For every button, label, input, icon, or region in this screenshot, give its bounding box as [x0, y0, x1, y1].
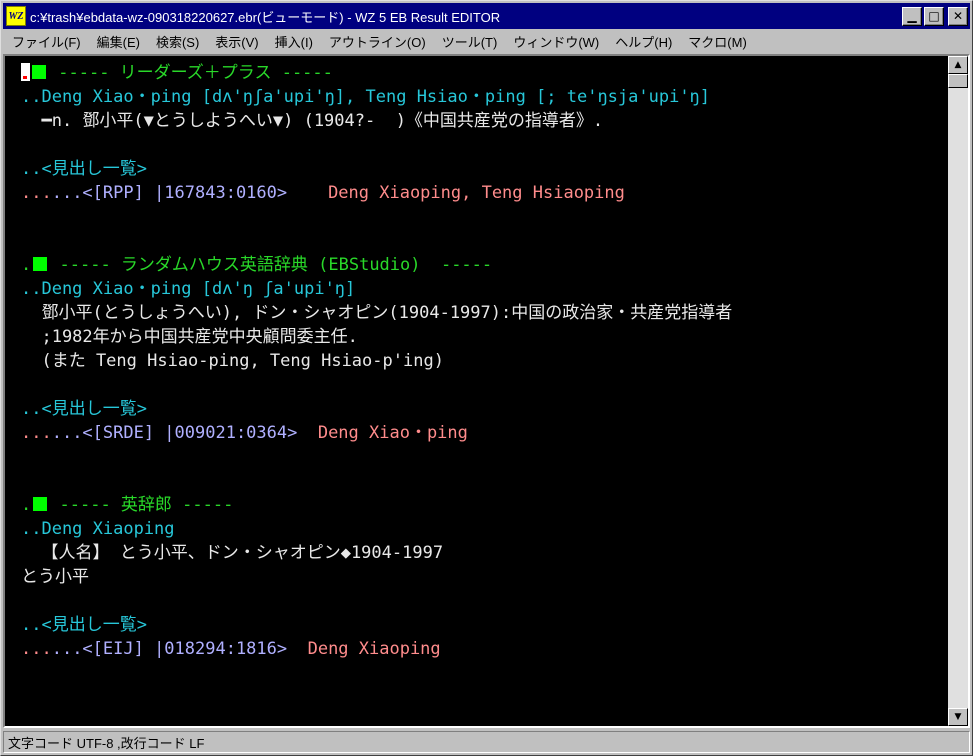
menu-macro[interactable]: マクロ(M) [679, 32, 754, 51]
menu-view[interactable]: 表示(V) [206, 32, 265, 51]
reference-line[interactable]: ......<[EIJ] |018294:1816> Deng Xiaoping [21, 638, 441, 662]
index-list-link[interactable]: ..<見出し一覧> [21, 398, 147, 422]
headword-line: ..Deng Xiaoping [21, 519, 175, 539]
menu-window[interactable]: ウィンドウ(W) [504, 32, 606, 51]
menu-outline[interactable]: アウトライン(O) [320, 32, 433, 51]
title-bar[interactable]: WZ c:¥trash¥ebdata-wz-090318220627.ebr(ビ… [3, 3, 970, 29]
minimize-icon: ▁ [907, 9, 917, 23]
close-button[interactable]: ✕ [948, 6, 968, 26]
main-window: WZ c:¥trash¥ebdata-wz-090318220627.ebr(ビ… [0, 0, 973, 756]
section-header: . ----- ランダムハウス英語辞典 (EBStudio) ----- [21, 255, 493, 275]
maximize-button[interactable]: □ [924, 6, 944, 26]
app-icon[interactable]: WZ [6, 6, 26, 26]
close-icon: ✕ [952, 9, 964, 23]
reference-word[interactable]: Deng Xiaoping, Teng Hsiaoping [287, 183, 625, 203]
menu-edit[interactable]: 編集(E) [88, 32, 147, 51]
scroll-down-button[interactable]: ▼ [948, 708, 968, 726]
reference-code[interactable]: ...<[SRDE] |009021:0364> [52, 423, 298, 443]
section-marker-icon [32, 65, 46, 79]
arrow-up-icon: ▲ [954, 60, 962, 70]
reference-prefix: ... [21, 183, 52, 203]
headword-line: ..Deng Xiao・ping [dʌ'ŋ ʃa'upi'ŋ] [21, 279, 356, 299]
menu-insert[interactable]: 挿入(I) [266, 32, 320, 51]
menu-help[interactable]: ヘルプ(H) [606, 32, 679, 51]
text-editor[interactable]: ----- リーダーズ＋プラス ----- ..Deng Xiao・ping [… [5, 56, 948, 726]
menu-bar: ファイル(F) 編集(E) 検索(S) 表示(V) 挿入(I) アウトライン(O… [3, 30, 970, 52]
definition-line: 【人名】 とう小平、ドン・シャオピン◆1904-1997 [21, 543, 444, 563]
index-list-link[interactable]: ..<見出し一覧> [21, 614, 147, 638]
headword-line: ..Deng Xiao・ping [dʌ'ŋʃa'upi'ŋ], Teng Hs… [21, 87, 711, 107]
reference-prefix: ... [21, 639, 52, 659]
vertical-scrollbar[interactable]: ▲ ▼ [948, 56, 968, 726]
reference-line[interactable]: ......<[RPP] |167843:0160> Deng Xiaoping… [21, 182, 625, 206]
reference-code[interactable]: ...<[RPP] |167843:0160> [52, 183, 287, 203]
window-title: c:¥trash¥ebdata-wz-090318220627.ebr(ビューモ… [30, 9, 501, 25]
status-text: 文字コード UTF-8 ,改行コード LF [8, 735, 205, 751]
menu-tools[interactable]: ツール(T) [433, 32, 505, 51]
reference-word[interactable]: Deng Xiaoping [287, 639, 441, 659]
editor-frame: ----- リーダーズ＋プラス ----- ..Deng Xiao・ping [… [3, 54, 970, 728]
definition-line: ━n. 鄧小平(▼とうしようへい▼) (1904?- )《中国共産党の指導者》. [21, 111, 604, 131]
section-header: . ----- 英辞郎 ----- [21, 495, 234, 515]
section-marker-icon [33, 497, 48, 511]
section-header: ----- リーダーズ＋プラス ----- [21, 62, 333, 86]
scroll-thumb[interactable] [948, 74, 968, 88]
minimize-button[interactable]: ▁ [902, 6, 922, 26]
section-marker-icon [33, 257, 48, 271]
reference-line[interactable]: ......<[SRDE] |009021:0364> Deng Xiao・pi… [21, 422, 468, 446]
definition-line: (また Teng Hsiao-ping, Teng Hsiao-p'ing) [21, 351, 444, 371]
status-bar: 文字コード UTF-8 ,改行コード LF [3, 731, 970, 753]
scroll-up-button[interactable]: ▲ [948, 56, 968, 74]
text-cursor [21, 63, 30, 81]
maximize-icon: □ [928, 9, 940, 23]
reference-prefix: ... [21, 423, 52, 443]
definition-line: ;1982年から中国共産党中央顧問委主任. [21, 327, 358, 347]
arrow-down-icon: ▼ [954, 712, 962, 722]
definition-line: 鄧小平(とうしょうへい), ドン・シャオピン(1904-1997):中国の政治家… [21, 303, 733, 323]
menu-search[interactable]: 検索(S) [147, 32, 206, 51]
menu-file[interactable]: ファイル(F) [3, 32, 88, 51]
reference-code[interactable]: ...<[EIJ] |018294:1816> [52, 639, 287, 659]
definition-line: とう小平 [21, 567, 89, 587]
index-list-link[interactable]: ..<見出し一覧> [21, 158, 147, 182]
reference-word[interactable]: Deng Xiao・ping [297, 423, 468, 443]
